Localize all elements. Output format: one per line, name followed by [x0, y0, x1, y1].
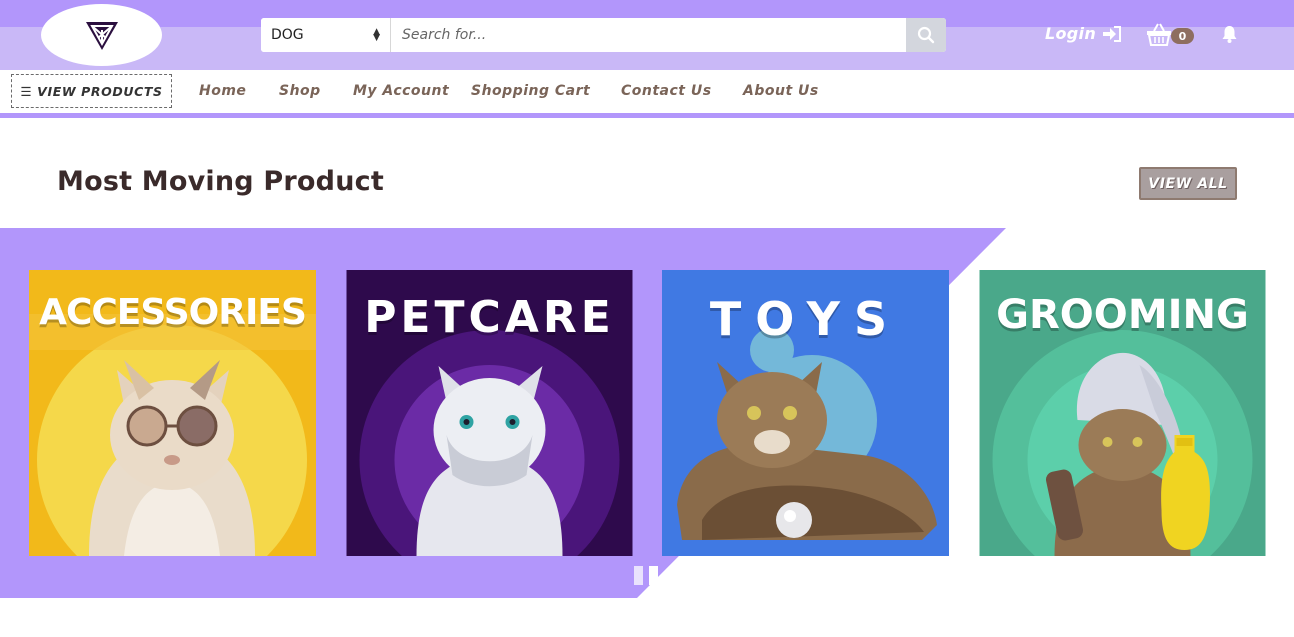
nav-link-about-us[interactable]: About Us [743, 83, 819, 99]
bell-icon [1222, 26, 1237, 43]
view-all-button[interactable]: VIEW ALL [1139, 167, 1237, 200]
view-products-button[interactable]: ☰ VIEW PRODUCTS [11, 74, 172, 108]
nav-link-home[interactable]: Home [199, 83, 246, 99]
nav-link-shop[interactable]: Shop [279, 83, 321, 99]
product-card-title: PETCARE [364, 292, 615, 343]
product-card-accessories[interactable]: ACCESSORIES [29, 270, 316, 556]
search-input[interactable] [391, 18, 906, 52]
login-link[interactable]: Login [1045, 24, 1122, 43]
nav-link-my-account[interactable]: My Account [353, 83, 449, 99]
product-card-toys[interactable]: TOYS [662, 270, 949, 556]
product-card-petcare[interactable]: PETCARE [346, 270, 633, 556]
nav-link-shopping-cart[interactable]: Shopping Cart [471, 83, 590, 99]
nav-bar: ☰ VIEW PRODUCTS Home Shop My Account Sho… [0, 70, 1294, 113]
notifications-button[interactable] [1221, 25, 1238, 48]
product-card-title: ACCESSORIES [39, 292, 307, 333]
search-button[interactable] [906, 18, 946, 52]
login-icon [1103, 25, 1122, 42]
carousel-dot-active[interactable] [649, 566, 658, 585]
select-arrows-icon: ▲ ▼ [373, 27, 380, 43]
cart-icon [1147, 23, 1171, 46]
carousel-indicators [634, 566, 658, 585]
product-card-title: GROOMING [996, 292, 1249, 338]
cart-button[interactable]: 0 [1146, 22, 1196, 48]
category-select[interactable]: DOG ▲ ▼ [261, 18, 391, 52]
category-select-value: DOG [271, 27, 304, 43]
login-label: Login [1045, 24, 1097, 43]
logo[interactable] [41, 4, 162, 66]
page: DOG ▲▼ Login [0, 0, 1294, 637]
nav-bar-underline [0, 113, 1294, 118]
nav-link-contact-us[interactable]: Contact Us [621, 83, 712, 99]
logo-icon [85, 22, 118, 50]
cart-count-badge: 0 [1171, 28, 1194, 44]
search-icon [917, 26, 935, 44]
top-bar: DOG ▲▼ Login [0, 0, 1294, 70]
carousel-dot[interactable] [634, 566, 643, 585]
view-products-label: VIEW PRODUCTS [37, 83, 163, 99]
product-card-title: TOYS [709, 292, 902, 346]
section-title: Most Moving Product [57, 166, 384, 197]
search-bar: DOG ▲ ▼ [261, 18, 946, 52]
product-card-grooming[interactable]: GROOMING [979, 270, 1266, 556]
menu-icon: ☰ [20, 83, 33, 99]
